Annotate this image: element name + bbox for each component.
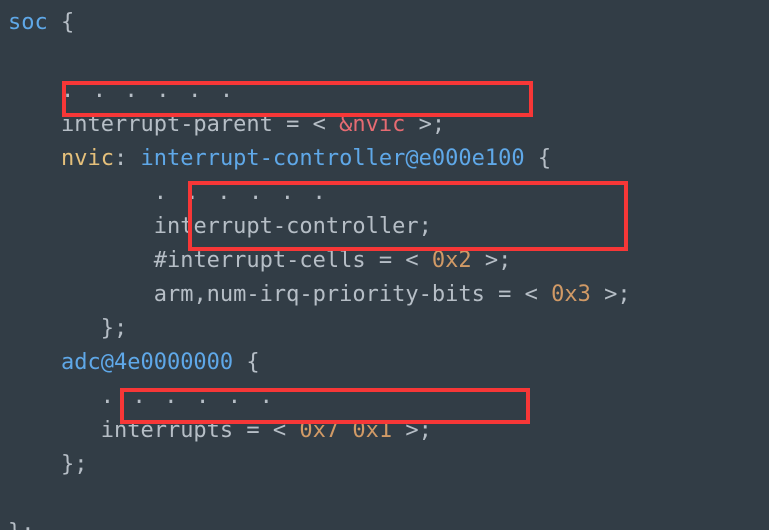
code-token-brace: { [537, 146, 552, 171]
code-line: nvic: interrupt-controller@e000e100 { [0, 142, 631, 176]
code-token-brace: { [61, 10, 75, 35]
code-token-num: 0x7 [299, 418, 340, 443]
code-line: soc { [0, 6, 631, 40]
code-line: arm,num-irq-priority-bits = < 0x3 >; [0, 278, 631, 312]
code-token-brace: }; [60, 452, 88, 477]
code-token-punct: >; [471, 248, 512, 273]
code-token-punct: = < [272, 112, 340, 137]
code-token-ref: &nvic [339, 112, 406, 137]
code-token-punct: >; [392, 418, 432, 443]
code-token-punct: >; [590, 282, 631, 307]
code-token-plain: interrupt-parent [60, 112, 273, 137]
code-token-plain: arm,num-irq-priority-bits [153, 282, 485, 307]
code-token-punct: : [113, 146, 141, 171]
code-line: adc@4e0000000 { [0, 346, 631, 380]
code-token-num: 0x1 [352, 418, 393, 443]
code-token-num: 0x3 [551, 282, 591, 307]
code-line: }; [0, 312, 631, 346]
code-block: soc { . . . . . . interrupt-parent = < &… [0, 6, 631, 530]
code-token-brace: { [246, 350, 260, 375]
code-line: . . . . . . [0, 176, 631, 210]
code-line: }; [0, 448, 631, 482]
code-token-label: nvic [60, 146, 114, 171]
code-token-plain: interrupt-controller; [153, 214, 432, 239]
code-token-punct: = < [233, 418, 300, 443]
code-token-dots: . . . . . . [60, 78, 236, 103]
code-token-dots: . . . . . . [153, 180, 329, 205]
code-line: . . . . . . [0, 74, 631, 108]
code-token-dots: . . . . . . [100, 384, 276, 409]
code-token-plain: #interrupt-cells [153, 248, 366, 273]
code-line: interrupt-parent = < &nvic >; [0, 108, 631, 142]
devicetree-source-screenshot: soc { . . . . . . interrupt-parent = < &… [0, 0, 769, 530]
code-token-punct: >; [405, 112, 446, 137]
code-line: interrupts = < 0x7 0x1 >; [0, 414, 631, 448]
code-token-punct: = < [484, 282, 552, 307]
code-token-plain: interrupts [100, 418, 234, 443]
code-token-punct [339, 418, 352, 443]
code-token-brace: }; [100, 316, 128, 341]
code-token-node: soc [8, 10, 48, 35]
code-line: }; [0, 516, 631, 530]
code-line: . . . . . . [0, 380, 631, 414]
code-token-node: interrupt-controller@e000e100 [140, 146, 525, 171]
code-token-num: 0x2 [431, 248, 472, 273]
code-token-brace: }; [8, 520, 35, 530]
code-line: interrupt-controller; [0, 210, 631, 244]
code-token-node: adc@4e0000000 [60, 350, 234, 375]
code-token-punct: = < [365, 248, 432, 273]
code-line: #interrupt-cells = < 0x2 >; [0, 244, 631, 278]
